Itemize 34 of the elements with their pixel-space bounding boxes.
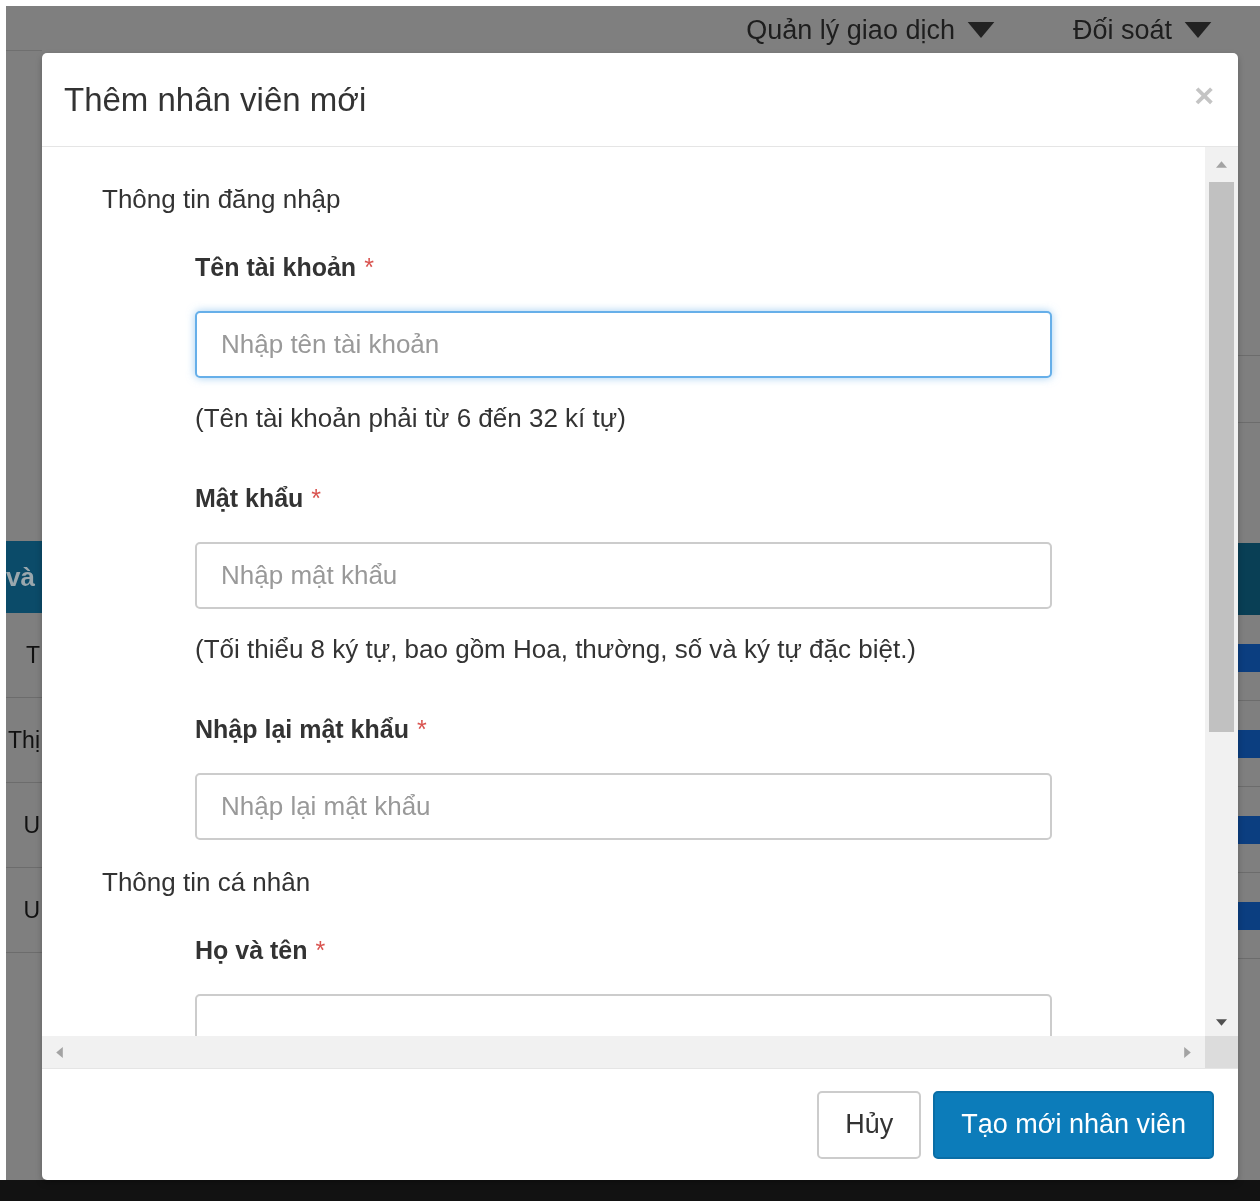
scroll-up-icon[interactable]	[1216, 161, 1227, 168]
status-badge	[1238, 815, 1260, 844]
status-badge	[1238, 643, 1260, 672]
cancel-button[interactable]: Hủy	[817, 1090, 922, 1159]
section-title: Thông tin cá nhân	[102, 866, 312, 898]
required-mark: *	[416, 715, 427, 743]
create-button[interactable]: Tạo mới nhân viên	[933, 1090, 1214, 1159]
field-hint: (Tối thiểu 8 ký tự, bao gồm Hoa, thường, số và ký tự đặc biệt.)	[195, 633, 918, 665]
scroll-down-icon[interactable]	[1216, 1019, 1227, 1026]
caret-icon	[1184, 22, 1212, 38]
nav-menu-item[interactable]: Quản lý giao dịch	[746, 10, 995, 50]
required-mark: *	[311, 484, 322, 512]
nav-menu-item[interactable]: Đối soát	[1072, 10, 1212, 50]
text-field[interactable]: Nhập tên tài khoản	[195, 311, 1052, 378]
section-title: Thông tin đăng nhập	[102, 183, 342, 215]
required-mark: *	[315, 936, 326, 964]
field-label: Tên tài khoản *	[195, 252, 375, 283]
status-badge	[1238, 901, 1260, 930]
scroll-left-icon[interactable]	[56, 1046, 63, 1058]
field-label: Họ và tên *	[195, 935, 327, 966]
status-badge	[1238, 729, 1260, 758]
horizontal-scrollbar[interactable]	[42, 1036, 1205, 1068]
dialog-title: Thêm nhân viên mới	[64, 80, 367, 119]
text-field[interactable]: Nhập mật khẩu	[195, 542, 1052, 609]
field-label: Nhập lại mật khẩu *	[195, 714, 428, 745]
field-label: Mật khẩu *	[195, 483, 323, 514]
text-field[interactable]: Nhập lại mật khẩu	[195, 773, 1052, 840]
table-header-cell	[1238, 543, 1260, 615]
scroll-right-icon[interactable]	[1184, 1046, 1191, 1058]
table-header-cell: và	[6, 541, 42, 613]
caret-icon	[966, 22, 995, 38]
required-mark: *	[364, 253, 374, 281]
vertical-scrollbar[interactable]	[1205, 147, 1238, 1036]
field-hint: (Tên tài khoản phải từ 6 đến 32 kí tự)	[195, 402, 627, 434]
